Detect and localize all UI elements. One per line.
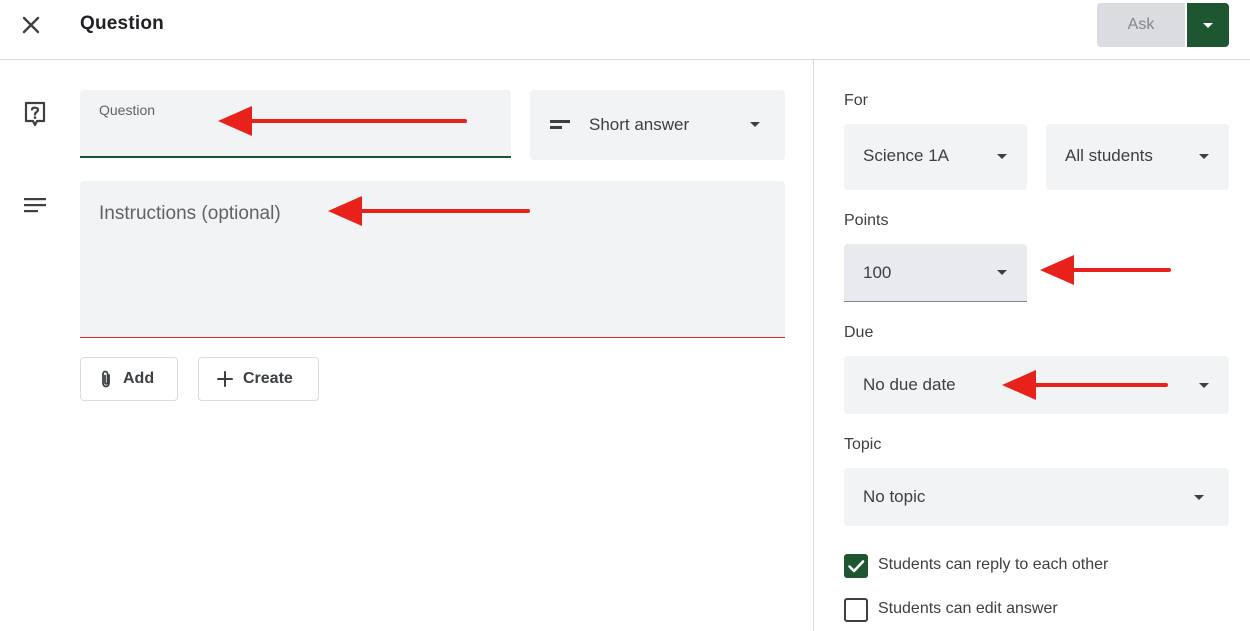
arrow-icon [1002,370,1168,400]
arrow-icon [328,196,530,226]
annotation-arrows [218,106,1171,400]
arrow-icon [1040,255,1171,285]
arrow-icon [218,106,467,136]
